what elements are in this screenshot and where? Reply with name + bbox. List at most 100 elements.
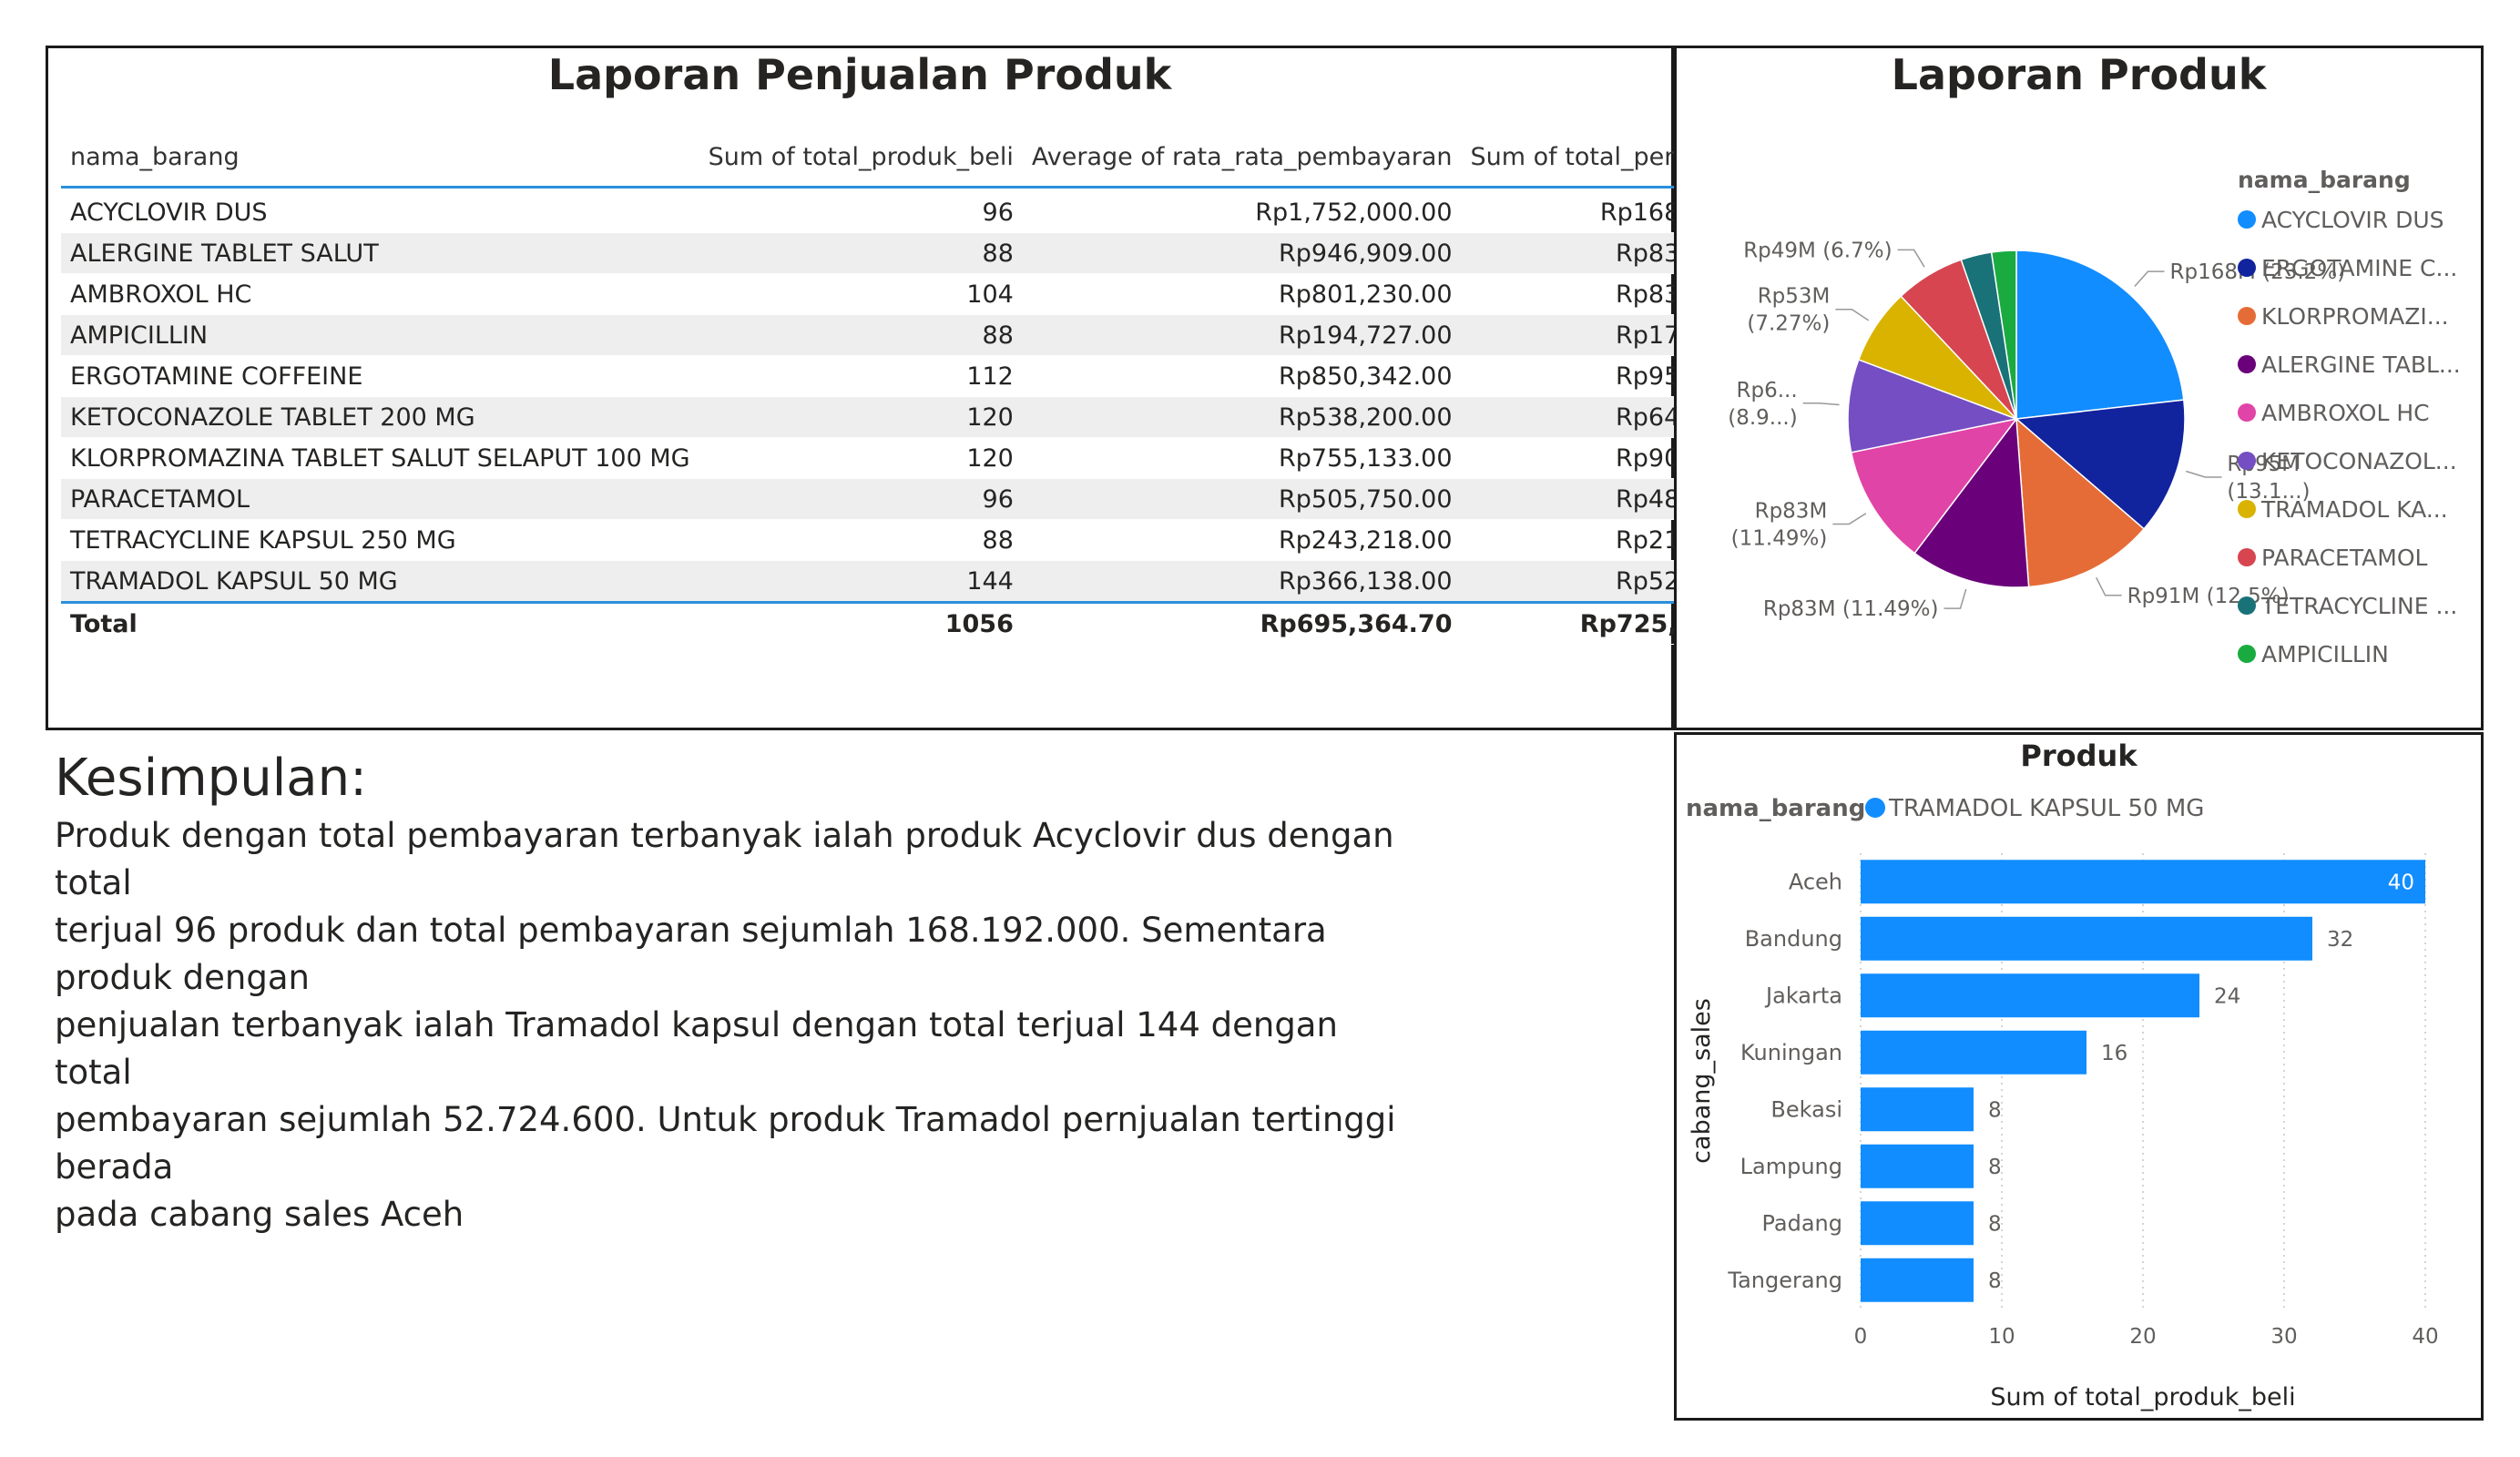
table-row[interactable]: ACYCLOVIR DUS 96 Rp1,752,000.00 Rp168,19… <box>61 187 1799 233</box>
pie-legend-label[interactable]: PARACETAMOL <box>2261 545 2428 571</box>
table-row[interactable]: KLORPROMAZINA TABLET SALUT SELAPUT 100 M… <box>61 437 1799 479</box>
summary-text: Produk dengan total pembayaran terbanyak… <box>55 812 1421 1238</box>
total-produk-beli: 1056 <box>699 601 1023 645</box>
x-tick-label: 30 <box>2270 1325 2297 1349</box>
x-tick-label: 0 <box>1854 1325 1868 1349</box>
bar[interactable] <box>1861 1258 1974 1302</box>
pie-legend-label[interactable]: KETOCONAZOL... <box>2261 448 2457 474</box>
pie-leader-line <box>2134 270 2165 287</box>
cell-nama-barang: PARACETAMOL <box>61 478 699 520</box>
pie-legend-label[interactable]: TETRACYCLINE ... <box>2260 593 2457 619</box>
cell-rata-rata-pembayaran: Rp505,750.00 <box>1022 478 1462 520</box>
sales-report-table: nama_barang Sum of total_produk_beli Ave… <box>61 143 1799 645</box>
cell-nama-barang: TRAMADOL KAPSUL 50 MG <box>61 560 699 603</box>
bar-data-label: 8 <box>1988 1156 2002 1179</box>
pie-data-label: Rp83M (11.49%) <box>1763 597 1939 621</box>
pie-legend-marker <box>2238 259 2256 277</box>
pie-legend-label[interactable]: ACYCLOVIR DUS <box>2261 207 2444 233</box>
cell-rata-rata-pembayaran: Rp946,909.00 <box>1022 232 1462 274</box>
bar-data-label: 32 <box>2327 928 2353 952</box>
pie-legend-label[interactable]: AMPICILLIN <box>2261 641 2389 667</box>
table-row[interactable]: PARACETAMOL 96 Rp505,750.00 Rp48,552,000 <box>61 478 1799 520</box>
pie-legend-label[interactable]: TRAMADOL KA... <box>2260 496 2448 523</box>
pie-data-label: Rp49M (6.7%) <box>1743 239 1892 262</box>
pie-data-label: Rp6... <box>1737 379 1798 402</box>
cell-rata-rata-pembayaran: Rp850,342.00 <box>1022 355 1462 397</box>
cell-nama-barang: ALERGINE TABLET SALUT <box>61 232 699 274</box>
bar[interactable] <box>1861 1087 1974 1132</box>
cell-rata-rata-pembayaran: Rp366,138.00 <box>1022 560 1462 603</box>
pie-legend-marker <box>2238 645 2256 663</box>
pie-leader-line <box>1835 308 1870 321</box>
cell-rata-rata-pembayaran: Rp1,752,000.00 <box>1022 187 1462 233</box>
table-header-row: nama_barang Sum of total_produk_beli Ave… <box>61 143 1799 188</box>
summary-line: Produk dengan total pembayaran terbanyak… <box>55 816 1394 902</box>
pie-leader-line <box>2096 576 2122 596</box>
column-header-total-produk-beli[interactable]: Sum of total_produk_beli <box>699 143 1023 188</box>
y-tick-label: Aceh <box>1789 869 1842 894</box>
cell-nama-barang: TETRACYCLINE KAPSUL 250 MG <box>61 519 699 561</box>
y-tick-label: Padang <box>1762 1210 1843 1236</box>
table-row[interactable]: TETRACYCLINE KAPSUL 250 MG 88 Rp243,218.… <box>61 519 1799 561</box>
sales-report-table-panel: Laporan Penjualan Produk nama_barang Sum… <box>46 46 1799 730</box>
table-row[interactable]: ALERGINE TABLET SALUT 88 Rp946,909.00 Rp… <box>61 232 1799 274</box>
pie-legend-label[interactable]: ALERGINE TABL... <box>2261 352 2461 378</box>
pie-leader-line <box>1802 402 1840 406</box>
summary-line: pada cabang sales Aceh <box>55 1195 464 1234</box>
cell-total-produk-beli: 88 <box>699 314 1023 356</box>
cell-total-produk-beli: 96 <box>699 187 1023 233</box>
cell-total-produk-beli: 120 <box>699 396 1023 438</box>
bar-chart: nama_barang TRAMADOL KAPSUL 50 MG 0 10 20 30 4… <box>1686 795 2439 1411</box>
bar[interactable] <box>1861 973 2199 1018</box>
cell-total-produk-beli: 112 <box>699 355 1023 397</box>
y-tick-label: Kuningan <box>1740 1040 1842 1065</box>
pie-leader-line <box>2186 470 2222 478</box>
cell-total-produk-beli: 120 <box>699 437 1023 479</box>
table-row[interactable]: ERGOTAMINE COFFEINE 112 Rp850,342.00 Rp9… <box>61 355 1799 397</box>
pie-data-label: (8.9...) <box>1728 406 1797 430</box>
y-tick-label: Bandung <box>1745 926 1842 952</box>
table-row[interactable]: AMPICILLIN 88 Rp194,727.00 Rp17,136,000 <box>61 314 1799 356</box>
bar-data-label: 8 <box>1988 1098 2002 1122</box>
pie-data-label: Rp83M <box>1755 500 1828 524</box>
column-header-nama-barang[interactable]: nama_barang <box>61 143 699 188</box>
pie-legend-marker <box>2238 403 2256 422</box>
table-row[interactable]: AMBROXOL HC 104 Rp801,230.00 Rp83,328,00… <box>61 273 1799 315</box>
x-tick-label: 40 <box>2412 1325 2438 1349</box>
total-label: Total <box>61 601 699 645</box>
column-header-rata-rata-pembayaran[interactable]: Average of rata_rata_pembayaran <box>1022 143 1462 188</box>
cell-rata-rata-pembayaran: Rp801,230.00 <box>1022 273 1462 315</box>
cell-total-produk-beli: 144 <box>699 560 1023 603</box>
pie-data-label: (7.27%) <box>1747 312 1830 336</box>
pie-slice[interactable] <box>2015 250 2185 420</box>
x-tick-label: 10 <box>1988 1325 2015 1349</box>
pie-data-label: Rp53M <box>1758 285 1831 309</box>
pie-legend-marker <box>2238 355 2256 373</box>
pie-legend-label[interactable]: AMBROXOL HC <box>2261 400 2430 426</box>
cell-rata-rata-pembayaran: Rp755,133.00 <box>1022 437 1462 479</box>
cell-nama-barang: KETOCONAZOLE TABLET 200 MG <box>61 396 699 438</box>
x-tick-label: 20 <box>2129 1325 2156 1349</box>
pie-legend-label[interactable]: ERGOTAMINE C... <box>2261 255 2457 281</box>
bar-data-label: 40 <box>2388 871 2414 894</box>
bar-legend-marker <box>1865 798 1885 818</box>
bar[interactable] <box>1861 916 2312 961</box>
table-row[interactable]: KETOCONAZOLE TABLET 200 MG 120 Rp538,200… <box>61 396 1799 438</box>
bar[interactable] <box>1861 1144 1974 1188</box>
bar[interactable] <box>1861 860 2425 904</box>
bar-legend-label[interactable]: TRAMADOL KAPSUL 50 MG <box>1888 795 2204 822</box>
bar[interactable] <box>1861 1201 1974 1246</box>
y-tick-label: Lampung <box>1740 1154 1842 1179</box>
summary-line: terjual 96 produk dan total pembayaran s… <box>55 911 1327 997</box>
cell-nama-barang: ACYCLOVIR DUS <box>61 187 699 233</box>
summary-line: pembayaran sejumlah 52.724.600. Untuk pr… <box>55 1100 1396 1187</box>
summary-line: penjualan terbanyak ialah Tramadol kapsu… <box>55 1005 1338 1092</box>
total-rata-rata-pembayaran: Rp695,364.70 <box>1022 601 1462 645</box>
pie-legend-label[interactable]: KLORPROMAZI... <box>2261 303 2449 330</box>
pie-legend-marker <box>2238 500 2256 518</box>
pie-leader-line <box>1897 249 1925 268</box>
table-row[interactable]: TRAMADOL KAPSUL 50 MG 144 Rp366,138.00 R… <box>61 560 1799 603</box>
cell-rata-rata-pembayaran: Rp194,727.00 <box>1022 314 1462 356</box>
cell-total-produk-beli: 96 <box>699 478 1023 520</box>
bar[interactable] <box>1861 1030 2086 1075</box>
